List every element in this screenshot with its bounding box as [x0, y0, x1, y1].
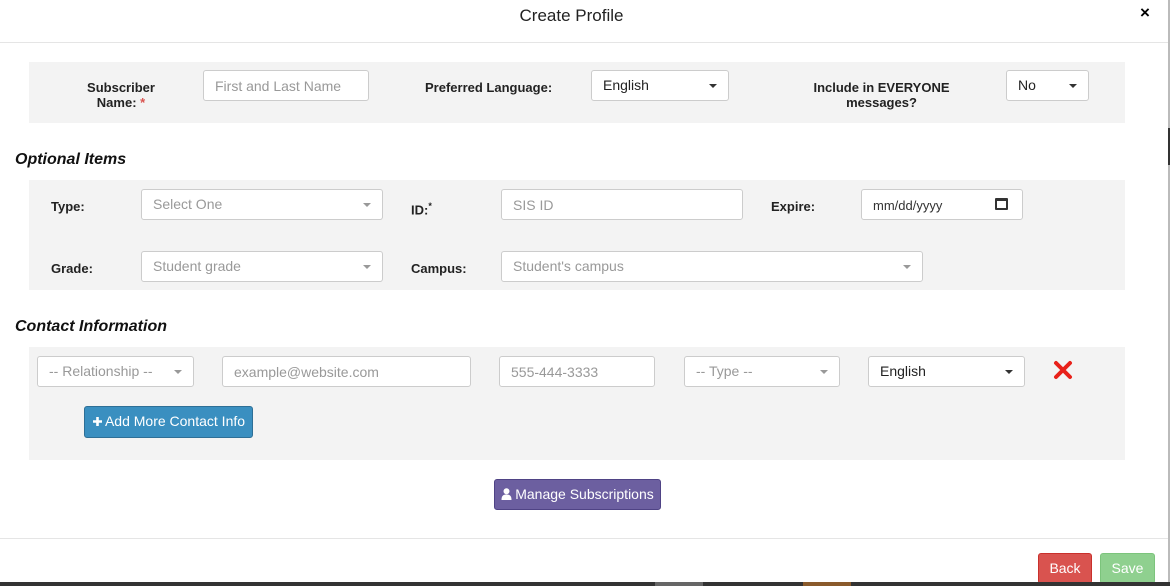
chevron-down-icon [1069, 84, 1077, 88]
contact-information-title: Contact Information [15, 318, 167, 335]
required-mark: * [140, 95, 146, 110]
campus-label: Campus: [411, 261, 467, 276]
sis-id-input[interactable]: SIS ID [501, 189, 743, 220]
relationship-placeholder: -- Relationship -- [49, 363, 153, 379]
plus-icon [92, 417, 102, 426]
contact-type-placeholder: -- Type -- [696, 363, 753, 379]
contact-language-value: English [880, 363, 926, 379]
chevron-down-icon [174, 370, 182, 374]
expire-date-value: mm/dd/yyyy [873, 198, 943, 213]
chevron-down-icon [363, 265, 371, 269]
modal-header: Create Profile × [0, 0, 1168, 43]
delete-contact-icon[interactable] [1052, 359, 1074, 381]
include-everyone-select[interactable]: No [1006, 70, 1089, 101]
manage-subscriptions-label: Manage Subscriptions [515, 486, 654, 502]
subscriber-name-label: Subscriber Name: * [87, 80, 155, 110]
save-button[interactable]: Save [1100, 553, 1155, 584]
include-everyone-value: No [1018, 77, 1036, 93]
chevron-down-icon [903, 265, 911, 269]
preferred-language-value: English [603, 77, 649, 93]
grade-placeholder: Student grade [153, 258, 241, 274]
footer-divider [0, 538, 1168, 539]
type-label: Type: [51, 199, 85, 214]
chevron-down-icon [709, 84, 717, 88]
user-icon [501, 488, 512, 500]
preferred-language-select[interactable]: English [591, 70, 729, 101]
email-input[interactable]: example@website.com [222, 356, 471, 387]
subscriber-name-input[interactable]: First and Last Name [203, 70, 369, 101]
id-label: ID:* [411, 201, 432, 218]
bottom-taskbar-strip [0, 582, 1170, 586]
id-required-mark: * [428, 201, 432, 211]
relationship-select[interactable]: -- Relationship -- [37, 356, 194, 387]
phone-input[interactable]: 555-444-3333 [499, 356, 655, 387]
preferred-language-label: Preferred Language: [425, 80, 553, 95]
contact-type-select[interactable]: -- Type -- [684, 356, 840, 387]
close-icon[interactable]: × [1140, 3, 1150, 23]
chevron-down-icon [363, 203, 371, 207]
chevron-down-icon [1005, 370, 1013, 374]
include-everyone-label: Include in EVERYONE messages? [813, 80, 950, 110]
create-profile-modal: Create Profile × Subscriber Name: * Firs… [0, 0, 1168, 586]
campus-placeholder: Student's campus [513, 258, 624, 274]
optional-items-title: Optional Items [15, 151, 127, 168]
grade-label: Grade: [51, 261, 93, 276]
chevron-down-icon [820, 370, 828, 374]
add-more-contact-label: Add More Contact Info [104, 413, 246, 429]
add-more-contact-button[interactable]: Add More Contact Info [84, 406, 253, 438]
expire-label: Expire: [771, 199, 816, 214]
manage-subscriptions-button[interactable]: Manage Subscriptions [494, 479, 661, 510]
back-button[interactable]: Back [1038, 553, 1092, 584]
calendar-icon[interactable] [995, 198, 1008, 210]
expire-date-input[interactable]: mm/dd/yyyy [861, 189, 1023, 220]
contact-language-select[interactable]: English [868, 356, 1025, 387]
grade-select[interactable]: Student grade [141, 251, 383, 282]
campus-select[interactable]: Student's campus [501, 251, 923, 282]
modal-title: Create Profile [519, 6, 624, 25]
type-placeholder: Select One [153, 196, 223, 212]
type-select[interactable]: Select One [141, 189, 383, 220]
